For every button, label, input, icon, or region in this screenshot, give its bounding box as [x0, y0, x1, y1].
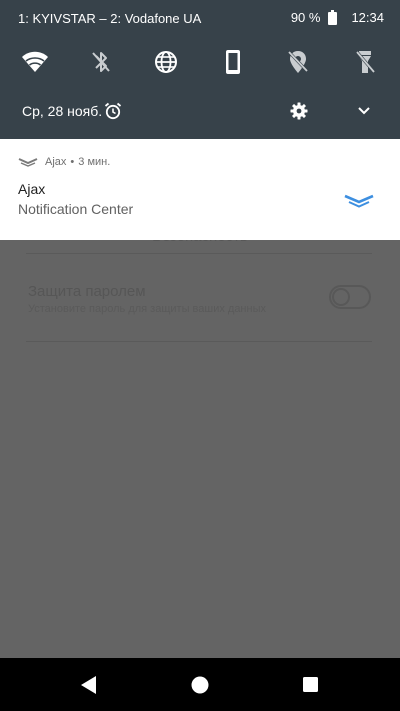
- password-protection-toggle[interactable]: [329, 285, 371, 309]
- alarm-icon[interactable]: [104, 102, 122, 120]
- date-row: Ср, 28 нояб.: [0, 100, 400, 124]
- separator: •: [70, 156, 75, 168]
- ajax-logo-icon: [18, 158, 38, 167]
- ajax-logo-icon: [344, 194, 374, 208]
- divider: [26, 341, 372, 342]
- back-button[interactable]: [79, 675, 99, 695]
- notification-app-name: Ajax: [45, 156, 67, 168]
- divider: [26, 253, 372, 254]
- home-button[interactable]: [190, 675, 210, 695]
- globe-icon[interactable]: [150, 46, 182, 78]
- notification-text: Notification Center: [18, 201, 134, 217]
- bluetooth-off-icon[interactable]: [85, 46, 117, 78]
- recents-button[interactable]: [301, 675, 321, 695]
- wifi-icon[interactable]: [19, 46, 51, 78]
- settings-gear-icon[interactable]: [290, 102, 308, 120]
- password-protection-subtitle: Установите пароль для защиты ваших данны…: [28, 303, 266, 315]
- phone-rotation-icon[interactable]: [217, 46, 249, 78]
- notification-shade: 1: KYIVSTAR – 2: Vodafone UA 90 % 12:34: [0, 0, 400, 139]
- battery-percent: 90 %: [290, 10, 321, 25]
- quick-settings-row: [0, 46, 400, 78]
- chevron-down-icon[interactable]: [356, 104, 372, 118]
- notification-time: 3 мин.: [78, 156, 111, 168]
- flashlight-off-icon[interactable]: [349, 46, 381, 78]
- password-protection-title: Защита паролем: [28, 283, 146, 300]
- clock: 12:34: [351, 10, 384, 25]
- notification-title: Ajax: [18, 181, 46, 197]
- ajax-notification[interactable]: Ajax • 3 мин. Ajax Notification Center: [0, 139, 400, 240]
- notification-header: Ajax • 3 мин.: [18, 156, 110, 168]
- battery-icon: [328, 10, 338, 25]
- date-label[interactable]: Ср, 28 нояб.: [22, 103, 102, 119]
- navigation-bar: [0, 658, 400, 711]
- location-off-icon[interactable]: [282, 46, 314, 78]
- toggle-knob: [332, 288, 350, 306]
- carrier-label: 1: KYIVSTAR – 2: Vodafone UA: [18, 11, 202, 26]
- status-right: 90 % 12:34: [291, 10, 384, 25]
